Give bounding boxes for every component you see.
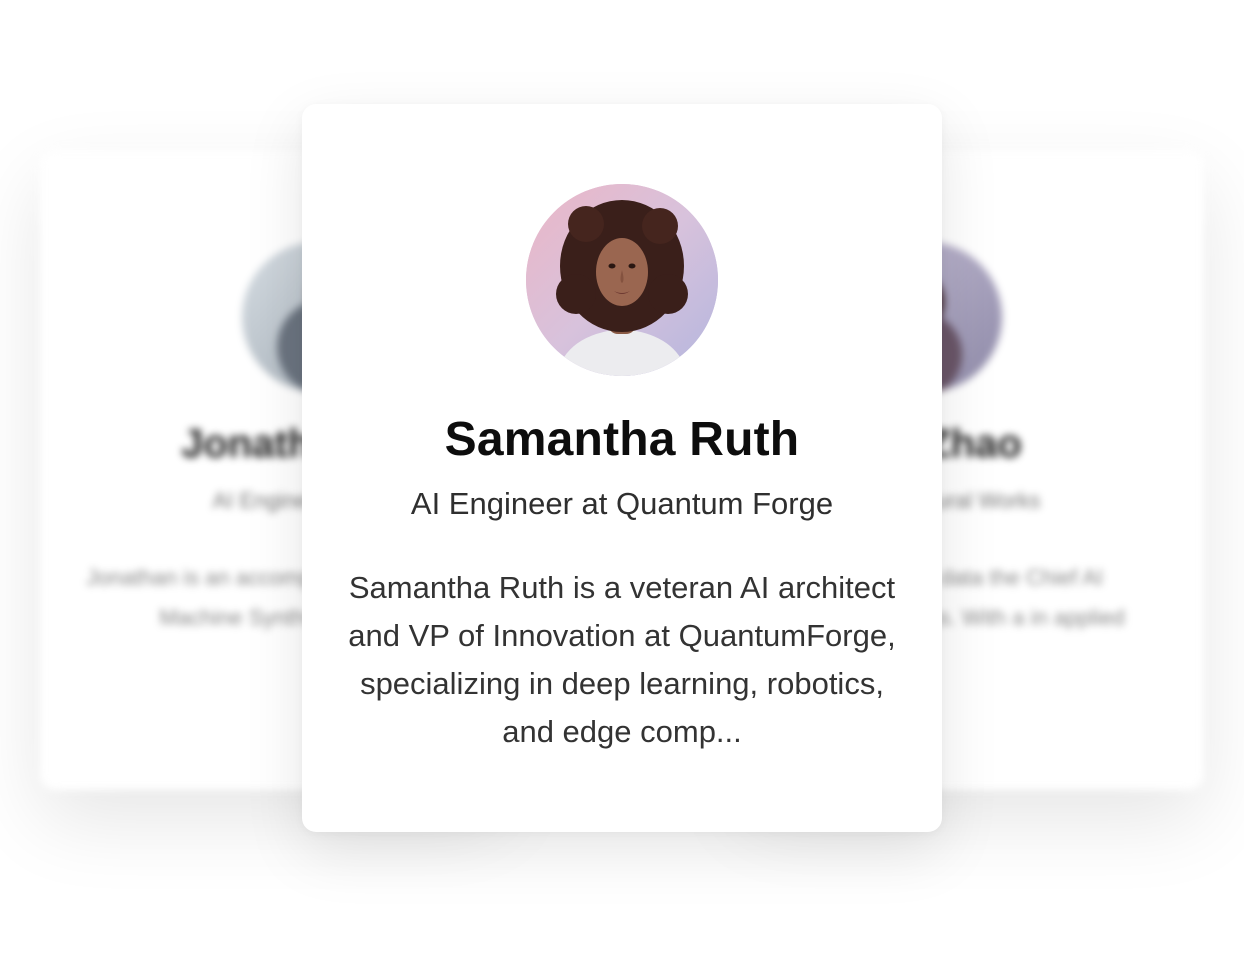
profile-role: AI Engineer at Quantum Forge xyxy=(410,486,834,521)
portrait-avatar-icon xyxy=(526,184,718,376)
profile-card-featured[interactable]: Samantha Ruth AI Engineer at Quantum For… xyxy=(302,104,942,832)
testimonial-carousel: Jonathan AI Engineer Jonathan is an acco… xyxy=(0,0,1244,968)
profile-name: Samantha Ruth xyxy=(444,413,800,466)
avatar xyxy=(526,184,718,376)
profile-bio: Samantha Ruth is a veteran AI architect … xyxy=(348,570,896,749)
